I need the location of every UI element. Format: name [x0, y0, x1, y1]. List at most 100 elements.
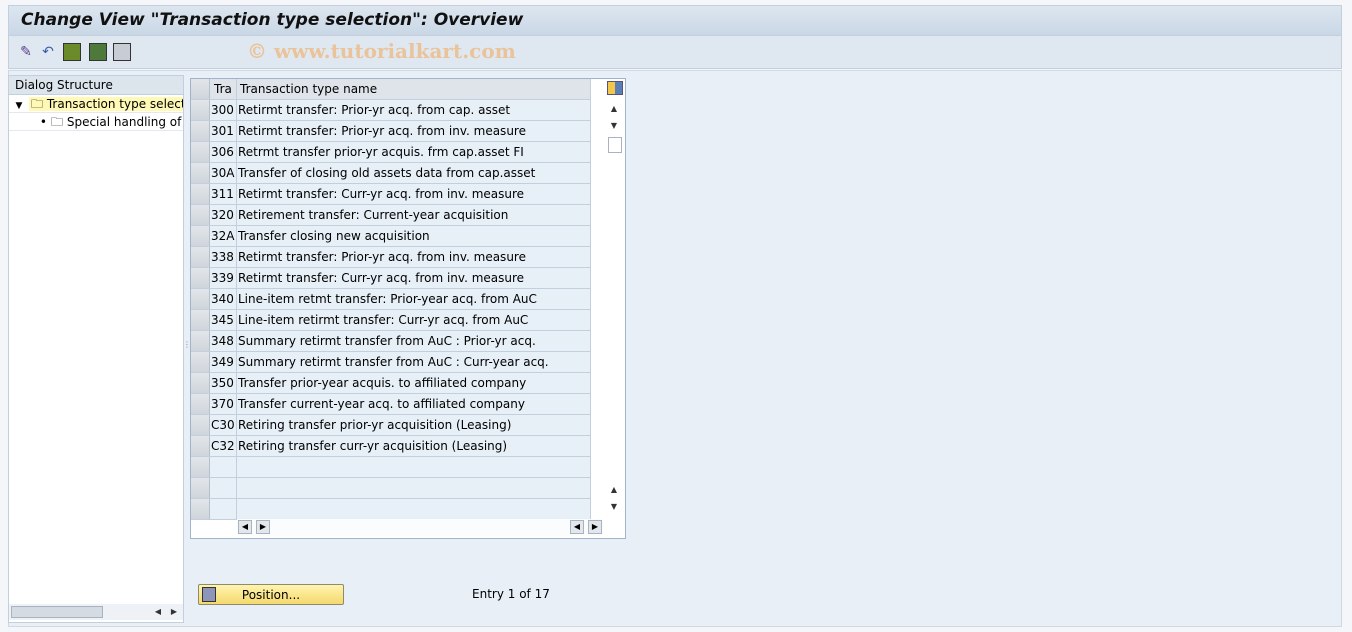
deselect-all-icon[interactable]	[113, 43, 131, 61]
cell-tra[interactable]	[211, 499, 237, 519]
row-selector[interactable]	[191, 415, 210, 435]
scroll-right-icon[interactable]: ▶	[588, 520, 602, 534]
table-row[interactable]: 338 Retirmt transfer: Prior-yr acq. from …	[191, 247, 591, 268]
cell-tra[interactable]: 300	[211, 100, 237, 120]
cell-name[interactable]: Retiring transfer curr-yr acquisition (L…	[237, 436, 591, 456]
row-selector[interactable]	[191, 373, 210, 393]
row-selector[interactable]	[191, 310, 210, 330]
table-row[interactable]: 370 Transfer current-year acq. to affilia…	[191, 394, 591, 415]
column-settings-icon[interactable]	[607, 81, 623, 95]
row-selector[interactable]	[191, 394, 210, 414]
row-selector[interactable]	[191, 100, 210, 120]
table-row[interactable]: 349 Summary retirmt transfer from AuC : C…	[191, 352, 591, 373]
table-row[interactable]: 339 Retirmt transfer: Curr-yr acq. from i…	[191, 268, 591, 289]
table-row[interactable]: C32 Retiring transfer curr-yr acquisition…	[191, 436, 591, 457]
cell-tra[interactable]: 340	[211, 289, 237, 309]
horizontal-scrollbar[interactable]: ◀ ▶ ◀ ▶	[237, 519, 603, 536]
row-selector[interactable]	[191, 121, 210, 141]
scroll-left-icon[interactable]: ◀	[570, 520, 584, 534]
cell-name[interactable]: Transfer of closing old assets data from…	[237, 163, 591, 183]
cell-tra[interactable]: 320	[211, 205, 237, 225]
cell-tra[interactable]: 345	[211, 310, 237, 330]
row-selector[interactable]	[191, 478, 210, 498]
horizontal-scrollbar[interactable]: ◀ ▶	[9, 604, 183, 620]
cell-name[interactable]: Retrmt transfer prior-yr acquis. frm cap…	[237, 142, 591, 162]
scroll-down-icon[interactable]: ▼	[607, 119, 621, 133]
cell-name[interactable]: Line-item retirmt transfer: Curr-yr acq.…	[237, 310, 591, 330]
table-row[interactable]: 30A Transfer of closing old assets data f…	[191, 163, 591, 184]
cell-tra[interactable]: 306	[211, 142, 237, 162]
cell-name[interactable]: Retirmt transfer: Prior-yr acq. from inv…	[237, 247, 591, 267]
cell-tra[interactable]: 370	[211, 394, 237, 414]
table-row[interactable]	[191, 478, 591, 499]
row-selector[interactable]	[191, 331, 210, 351]
row-selector[interactable]	[191, 205, 210, 225]
cell-name[interactable]: Retirmt transfer: Curr-yr acq. from inv.…	[237, 268, 591, 288]
position-button[interactable]: Position...	[198, 584, 344, 605]
cell-tra[interactable]: 301	[211, 121, 237, 141]
table-row[interactable]: 306 Retrmt transfer prior-yr acquis. frm …	[191, 142, 591, 163]
cell-name[interactable]: Line-item retmt transfer: Prior-year acq…	[237, 289, 591, 309]
row-selector[interactable]	[191, 352, 210, 372]
table-row[interactable]: 32A Transfer closing new acquisition	[191, 226, 591, 247]
row-selector[interactable]	[191, 289, 210, 309]
row-selector[interactable]	[191, 457, 210, 477]
page-down-icon[interactable]: ▼	[607, 500, 621, 514]
table-row[interactable]: 348 Summary retirmt transfer from AuC : P…	[191, 331, 591, 352]
tree-item-transaction-type-selection[interactable]: ▼🗀 Transaction type selection	[9, 95, 183, 113]
row-selector[interactable]	[191, 499, 210, 519]
table-row[interactable]	[191, 499, 591, 520]
cell-tra[interactable]: 339	[211, 268, 237, 288]
expand-triangle-icon[interactable]: ▼	[9, 97, 29, 112]
row-selector[interactable]	[191, 163, 210, 183]
select-all-icon[interactable]	[63, 43, 81, 61]
cell-tra[interactable]: C30	[211, 415, 237, 435]
cell-name[interactable]: Transfer current-year acq. to affiliated…	[237, 394, 591, 414]
cell-name[interactable]: Retiring transfer prior-yr acquisition (…	[237, 415, 591, 435]
tree-item-special-handling[interactable]: •🗀 Special handling of transaction types	[9, 113, 183, 131]
cell-name[interactable]	[237, 478, 591, 498]
table-row[interactable]	[191, 457, 591, 478]
scroll-left-icon[interactable]: ◀	[151, 605, 165, 619]
scroll-up-icon[interactable]: ▲	[607, 102, 621, 116]
column-header-name[interactable]: Transaction type name	[237, 79, 591, 99]
cell-tra[interactable]: 348	[211, 331, 237, 351]
row-selector[interactable]	[191, 436, 210, 456]
table-row[interactable]: 301 Retirmt transfer: Prior-yr acq. from …	[191, 121, 591, 142]
col1-scroll-left-icon[interactable]: ◀	[238, 520, 252, 534]
cell-name[interactable]: Retirmt transfer: Prior-yr acq. from inv…	[237, 121, 591, 141]
table-row[interactable]: C30 Retiring transfer prior-yr acquisitio…	[191, 415, 591, 436]
cell-tra[interactable]: 311	[211, 184, 237, 204]
cell-tra[interactable]: 32A	[211, 226, 237, 246]
table-row[interactable]: 320 Retirement transfer: Current-year acq…	[191, 205, 591, 226]
cell-name[interactable]: Summary retirmt transfer from AuC : Prio…	[237, 331, 591, 351]
cell-name[interactable]: Retirement transfer: Current-year acquis…	[237, 205, 591, 225]
vertical-scroll-thumb[interactable]	[608, 137, 622, 153]
table-row[interactable]: 350 Transfer prior-year acquis. to affili…	[191, 373, 591, 394]
cell-name[interactable]	[237, 499, 591, 519]
cell-name[interactable]: Summary retirmt transfer from AuC : Curr…	[237, 352, 591, 372]
undo-icon[interactable]: ↶	[39, 43, 57, 61]
cell-name[interactable]: Retirmt transfer: Curr-yr acq. from inv.…	[237, 184, 591, 204]
select-block-icon[interactable]	[89, 43, 107, 61]
table-row[interactable]: 311 Retirmt transfer: Curr-yr acq. from i…	[191, 184, 591, 205]
col1-scroll-right-icon[interactable]: ▶	[256, 520, 270, 534]
cell-tra[interactable]: 350	[211, 373, 237, 393]
cell-tra[interactable]: C32	[211, 436, 237, 456]
table-row[interactable]: 340 Line-item retmt transfer: Prior-year …	[191, 289, 591, 310]
cell-tra[interactable]: 349	[211, 352, 237, 372]
edit-glasses-icon[interactable]: ✎	[17, 43, 35, 61]
select-all-rows[interactable]	[191, 79, 210, 99]
cell-name[interactable]: Retirmt transfer: Prior-yr acq. from cap…	[237, 100, 591, 120]
row-selector[interactable]	[191, 142, 210, 162]
cell-tra[interactable]	[211, 457, 237, 477]
page-up-icon[interactable]: ▲	[607, 483, 621, 497]
row-selector[interactable]	[191, 268, 210, 288]
row-selector[interactable]	[191, 226, 210, 246]
table-row[interactable]: 300 Retirmt transfer: Prior-yr acq. from …	[191, 100, 591, 121]
cell-tra[interactable]: 30A	[211, 163, 237, 183]
table-row[interactable]: 345 Line-item retirmt transfer: Curr-yr a…	[191, 310, 591, 331]
cell-name[interactable]: Transfer prior-year acquis. to affiliate…	[237, 373, 591, 393]
scroll-right-icon[interactable]: ▶	[167, 605, 181, 619]
cell-tra[interactable]	[211, 478, 237, 498]
